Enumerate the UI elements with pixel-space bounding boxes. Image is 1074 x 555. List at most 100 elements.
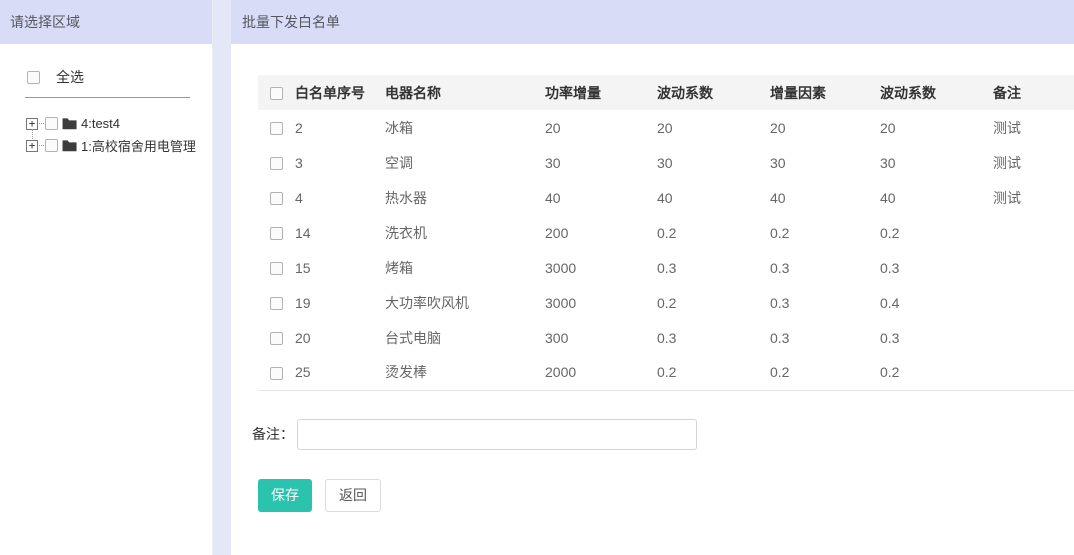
cell-wave1: 0.2 <box>657 285 770 320</box>
col-increment-factor: 增量因素 <box>770 75 880 110</box>
remark-input[interactable] <box>297 419 697 450</box>
cell-remark <box>993 320 1074 355</box>
table-row: 19 大功率吹风机 3000 0.2 0.3 0.4 <box>258 285 1074 320</box>
cell-factor: 0.3 <box>770 285 880 320</box>
cell-appliance: 冰箱 <box>385 110 545 145</box>
save-button[interactable]: 保存 <box>258 479 312 512</box>
select-all-checkbox[interactable] <box>27 71 40 84</box>
cell-wave1: 0.2 <box>657 355 770 390</box>
cell-seq: 14 <box>295 215 385 250</box>
tree-item-label[interactable]: 4:test4 <box>81 116 120 131</box>
col-wave-coefficient-1: 波动系数 <box>657 75 770 110</box>
table-row: 2 冰箱 20 20 20 20 测试 <box>258 110 1074 145</box>
cell-appliance: 大功率吹风机 <box>385 285 545 320</box>
cell-power: 2000 <box>545 355 657 390</box>
tree-checkbox-test4[interactable] <box>45 117 58 130</box>
main-content: 白名单序号 电器名称 功率增量 波动系数 增量因素 波动系数 备注 2 冰箱 2… <box>231 75 1074 512</box>
region-sidebar: 请选择区域 全选 + 4:test4 + 1:高校宿舍用电管理 <box>0 0 213 555</box>
cell-factor: 0.3 <box>770 320 880 355</box>
cell-remark <box>993 285 1074 320</box>
cell-wave1: 40 <box>657 180 770 215</box>
table-row: 4 热水器 40 40 40 40 测试 <box>258 180 1074 215</box>
folder-icon <box>62 139 77 152</box>
cell-wave2: 20 <box>880 110 993 145</box>
table-row: 25 烫发棒 2000 0.2 0.2 0.2 <box>258 355 1074 390</box>
cell-seq: 19 <box>295 285 385 320</box>
cell-remark: 测试 <box>993 110 1074 145</box>
cell-seq: 2 <box>295 110 385 145</box>
cell-appliance: 台式电脑 <box>385 320 545 355</box>
cell-seq: 15 <box>295 250 385 285</box>
cell-wave2: 0.3 <box>880 320 993 355</box>
remark-label: 备注： <box>252 424 294 444</box>
region-tree: + 4:test4 + 1:高校宿舍用电管理 <box>26 115 212 154</box>
tree-item-label[interactable]: 1:高校宿舍用电管理 <box>81 136 196 155</box>
cell-wave2: 0.4 <box>880 285 993 320</box>
cell-wave1: 30 <box>657 145 770 180</box>
cell-seq: 20 <box>295 320 385 355</box>
row-checkbox[interactable] <box>270 192 283 205</box>
cell-seq: 3 <box>295 145 385 180</box>
cell-power: 3000 <box>545 285 657 320</box>
col-appliance: 电器名称 <box>385 75 545 110</box>
expand-icon[interactable]: + <box>26 140 38 152</box>
cell-wave2: 0.2 <box>880 355 993 390</box>
cell-wave1: 0.3 <box>657 320 770 355</box>
col-wave-coefficient-2: 波动系数 <box>880 75 993 110</box>
tree-dots <box>39 145 44 146</box>
whitelist-panel: 批量下发白名单 白名单序号 电器名称 功率增量 波动系数 增量因素 波动系数 备… <box>231 0 1074 555</box>
cell-seq: 25 <box>295 355 385 390</box>
cell-factor: 0.2 <box>770 215 880 250</box>
cell-remark <box>993 215 1074 250</box>
row-checkbox[interactable] <box>270 332 283 345</box>
cell-factor: 20 <box>770 110 880 145</box>
cell-remark <box>993 250 1074 285</box>
table-row: 3 空调 30 30 30 30 测试 <box>258 145 1074 180</box>
cell-wave2: 30 <box>880 145 993 180</box>
sidebar-divider <box>25 97 190 98</box>
cell-wave1: 0.3 <box>657 250 770 285</box>
table-row: 14 洗衣机 200 0.2 0.2 0.2 <box>258 215 1074 250</box>
table-row: 20 台式电脑 300 0.3 0.3 0.3 <box>258 320 1074 355</box>
cell-remark: 测试 <box>993 180 1074 215</box>
cell-remark: 测试 <box>993 145 1074 180</box>
col-power-increment: 功率增量 <box>545 75 657 110</box>
expand-icon[interactable]: + <box>26 118 38 130</box>
row-checkbox[interactable] <box>270 297 283 310</box>
row-checkbox[interactable] <box>270 227 283 240</box>
row-checkbox[interactable] <box>270 157 283 170</box>
cell-appliance: 烤箱 <box>385 250 545 285</box>
folder-icon <box>62 117 77 130</box>
row-checkbox[interactable] <box>270 122 283 135</box>
tree-item-dorm-power[interactable]: + 1:高校宿舍用电管理 <box>26 137 212 154</box>
page-title: 批量下发白名单 <box>231 0 1074 44</box>
tree-item-test4[interactable]: + 4:test4 <box>26 115 212 132</box>
cell-remark <box>993 355 1074 390</box>
table-row: 15 烤箱 3000 0.3 0.3 0.3 <box>258 250 1074 285</box>
select-all-row: 全选 <box>27 69 212 85</box>
cell-appliance: 热水器 <box>385 180 545 215</box>
cell-factor: 0.2 <box>770 355 880 390</box>
col-remark: 备注 <box>993 75 1074 110</box>
cell-seq: 4 <box>295 180 385 215</box>
cell-wave1: 0.2 <box>657 215 770 250</box>
whitelist-table: 白名单序号 电器名称 功率增量 波动系数 增量因素 波动系数 备注 2 冰箱 2… <box>258 75 1074 391</box>
cell-factor: 0.3 <box>770 250 880 285</box>
header-select-checkbox[interactable] <box>270 87 283 100</box>
cell-power: 200 <box>545 215 657 250</box>
cell-factor: 40 <box>770 180 880 215</box>
table-header-row: 白名单序号 电器名称 功率增量 波动系数 增量因素 波动系数 备注 <box>258 75 1074 110</box>
back-button[interactable]: 返回 <box>325 479 381 512</box>
cell-appliance: 烫发棒 <box>385 355 545 390</box>
col-seq: 白名单序号 <box>295 75 385 110</box>
select-all-label: 全选 <box>56 67 84 87</box>
cell-power: 30 <box>545 145 657 180</box>
tree-checkbox-dorm-power[interactable] <box>45 139 58 152</box>
cell-appliance: 洗衣机 <box>385 215 545 250</box>
button-row: 保存 返回 <box>258 479 1074 512</box>
cell-power: 40 <box>545 180 657 215</box>
tree-dots <box>39 123 44 124</box>
row-checkbox[interactable] <box>270 262 283 275</box>
cell-power: 300 <box>545 320 657 355</box>
row-checkbox[interactable] <box>270 367 283 380</box>
